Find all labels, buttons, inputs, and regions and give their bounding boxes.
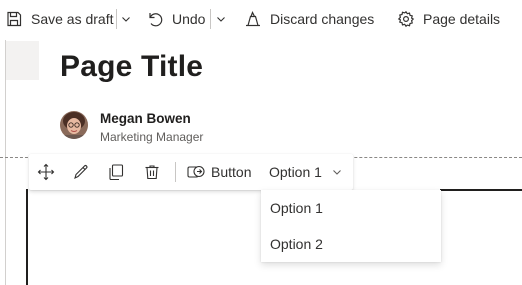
edit-button[interactable] <box>64 154 98 190</box>
gear-icon <box>396 9 416 29</box>
duplicate-button[interactable] <box>99 154 133 190</box>
flow-button-icon <box>187 165 205 178</box>
edit-pencil-icon <box>74 165 88 180</box>
option-dropdown-menu: Option 1 Option 2 <box>261 190 441 262</box>
trash-icon <box>145 165 159 180</box>
duplicate-icon <box>109 164 124 181</box>
option-dropdown[interactable]: Option 1 <box>269 154 342 190</box>
move-icon <box>37 163 55 181</box>
webpart-frame-left <box>26 189 28 285</box>
delete-button[interactable] <box>135 154 169 190</box>
menu-item-option-1[interactable]: Option 1 <box>261 190 441 226</box>
move-button[interactable] <box>29 154 63 190</box>
toolbar-divider <box>175 162 176 182</box>
undo-options-chevron[interactable] <box>213 0 229 38</box>
save-as-draft-label: Save as draft <box>31 11 114 27</box>
save-icon <box>4 9 24 29</box>
discard-changes-label: Discard changes <box>270 11 375 27</box>
undo-label: Undo <box>172 11 206 27</box>
discard-changes-button[interactable]: Discard changes <box>243 0 374 38</box>
author-name: Megan Bowen <box>100 111 191 126</box>
page-details-label: Page details <box>423 11 501 27</box>
page-title[interactable]: Page Title <box>60 50 203 84</box>
menu-item-option-2[interactable]: Option 2 <box>261 226 441 262</box>
chevron-down-icon <box>122 17 130 22</box>
section-handle <box>6 41 39 80</box>
undo-icon <box>145 9 165 29</box>
page-details-button[interactable]: Page details <box>396 0 500 38</box>
chevron-down-icon <box>333 170 341 175</box>
flow-button[interactable]: Button <box>187 154 251 190</box>
webpart-frame-top <box>440 189 522 191</box>
command-bar: Save as draft Undo Discard changes Page … <box>0 0 522 38</box>
undo-button[interactable]: Undo <box>145 0 205 38</box>
option-dropdown-value: Option 1 <box>269 164 322 180</box>
divider <box>116 9 117 29</box>
webpart-toolbar: Button Option 1 <box>29 154 353 190</box>
author-role: Marketing Manager <box>100 130 204 144</box>
chevron-down-icon <box>217 17 225 22</box>
divider <box>210 9 211 29</box>
discard-icon <box>243 9 263 29</box>
save-options-chevron[interactable] <box>118 0 134 38</box>
avatar <box>60 111 88 139</box>
save-as-draft-button[interactable]: Save as draft <box>4 0 114 38</box>
flow-button-label: Button <box>211 164 252 180</box>
